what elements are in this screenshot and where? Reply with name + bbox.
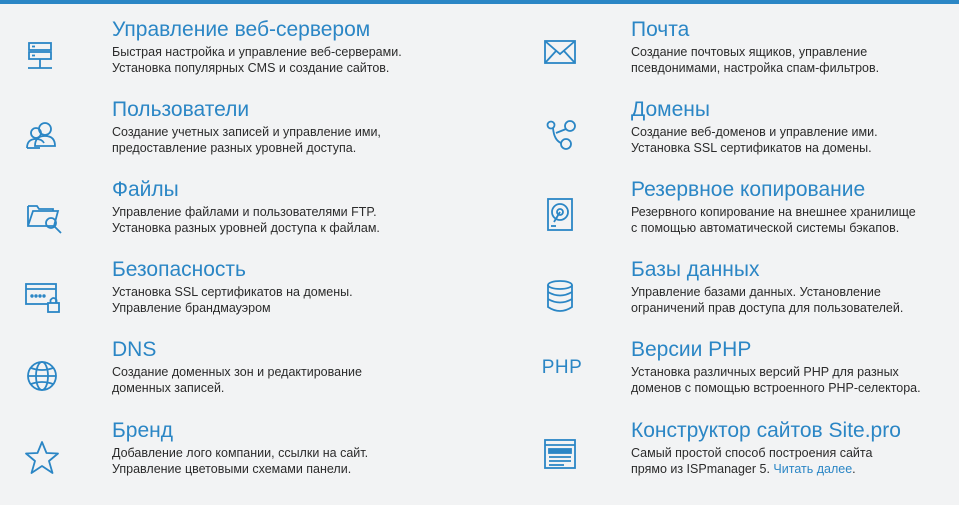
users-icon — [20, 114, 64, 158]
site-builder-icon — [538, 432, 582, 476]
feature-description: Добавление лого компании, ссылки на сайт… — [112, 446, 369, 476]
php-icon-text: PHP — [541, 357, 583, 378]
feature-description: Создание веб-доменов и управление ими. У… — [631, 125, 878, 155]
feature-description: Быстрая настройка и управление веб-серве… — [112, 45, 402, 75]
feature-description: Создание почтовых ящиков, управление псе… — [631, 45, 880, 75]
feature-title[interactable]: Почта — [631, 18, 689, 42]
feature-description: Управление файлами и пользователями FTP.… — [112, 205, 380, 235]
star-icon — [20, 436, 64, 480]
feature-title[interactable]: Домены — [631, 98, 710, 122]
feature-title[interactable]: Безопасность — [112, 258, 246, 282]
feature-description: Создание учетных записей и управление им… — [112, 125, 381, 155]
feature-description: Резервного копирование на внешнее хранил… — [631, 205, 916, 235]
domains-icon — [538, 112, 582, 156]
database-icon — [538, 274, 582, 318]
feature-title[interactable]: Конструктор сайтов Site.pro — [631, 419, 901, 443]
feature-title[interactable]: Пользователи — [112, 98, 249, 122]
folder-search-icon — [22, 194, 66, 238]
globe-icon — [20, 354, 64, 398]
top-accent-bar — [0, 0, 959, 4]
feature-title[interactable]: Файлы — [112, 178, 179, 202]
server-icon — [18, 36, 62, 80]
feature-title[interactable]: Управление веб-сервером — [112, 18, 370, 42]
feature-description: Самый простой способ построения сайта пр… — [631, 446, 873, 476]
feature-description: Создание доменных зон и редактирование д… — [112, 365, 362, 395]
feature-title[interactable]: Базы данных — [631, 258, 760, 282]
read-more-link[interactable]: Читать далее — [773, 462, 852, 476]
feature-description: Установка SSL сертификатов на домены. Уп… — [112, 285, 353, 315]
feature-title[interactable]: Бренд — [112, 419, 173, 443]
feature-description: Установка различных версий PHP для разны… — [631, 365, 921, 395]
feature-title[interactable]: Резервное копирование — [631, 178, 865, 202]
feature-title[interactable]: DNS — [112, 338, 156, 362]
backup-icon — [538, 192, 582, 236]
feature-description: Управление базами данных. Установление о… — [631, 285, 904, 315]
feature-title[interactable]: Версии PHP — [631, 338, 751, 362]
mail-icon — [538, 30, 582, 74]
security-lock-icon — [20, 274, 64, 318]
php-icon: PHP — [540, 346, 584, 390]
